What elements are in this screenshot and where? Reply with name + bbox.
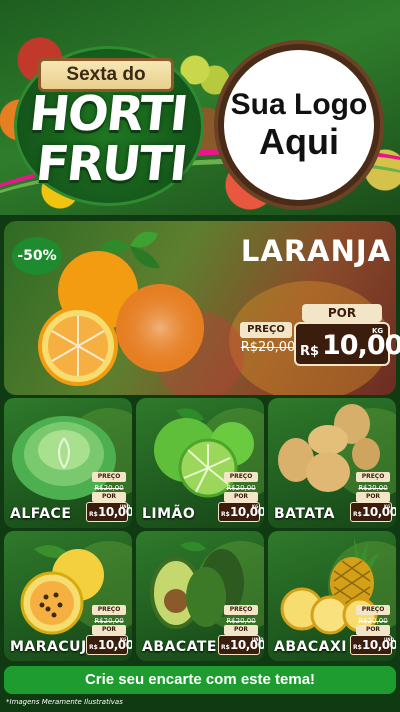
create-flyer-button[interactable]: Crie seu encarte com este tema!: [4, 666, 396, 694]
old-price: R$20,00: [94, 484, 124, 492]
por-label: POR: [224, 625, 258, 635]
price-unit: UNID: [252, 637, 264, 642]
logo-placeholder[interactable]: Sua Logo Aqui: [224, 50, 374, 200]
preco-label: PREÇO: [224, 472, 258, 482]
featured-price-box: R$ 10,00 KG: [294, 322, 400, 366]
old-price: R$20,00: [240, 340, 296, 355]
price-box: R$ 10,00 UNID: [218, 635, 264, 655]
preco-label: PREÇO: [224, 605, 258, 615]
por-label: POR: [302, 304, 382, 322]
product-name: ALFACE: [10, 506, 72, 522]
price-unit: UND: [384, 637, 394, 642]
product-name: LIMÃO: [142, 506, 196, 522]
title-fruti: FRUTI: [33, 136, 189, 192]
price-box: R$ 10,00 KG: [218, 502, 264, 522]
price-unit: KG: [120, 637, 127, 642]
por-label: POR: [92, 625, 126, 635]
por-label: POR: [356, 492, 390, 502]
currency-symbol: R$: [221, 644, 230, 651]
product-card-alface[interactable]: ALFACE PREÇO R$20,00 POR R$ 10,00 UND: [4, 398, 132, 528]
product-name: BATATA: [274, 506, 335, 522]
por-label: POR: [224, 492, 258, 502]
product-price: 10,00: [230, 505, 264, 519]
old-price: R$20,00: [226, 617, 256, 625]
product-card-batata[interactable]: BATATA PREÇO R$20,00 POR R$ 10,00 KG: [268, 398, 396, 528]
product-price: 10,00: [362, 505, 396, 519]
product-card-maracuja[interactable]: MARACUJÁ PREÇO R$20,00 POR R$ 10,00 KG: [4, 531, 132, 661]
preco-label: PREÇO: [240, 322, 292, 338]
currency-symbol: R$: [353, 644, 362, 651]
product-card-abacaxi[interactable]: ABACAXI PREÇO R$20,00 POR R$ 10,00 UND: [268, 531, 396, 661]
old-price: R$20,00: [94, 617, 124, 625]
currency-symbol: R$: [89, 511, 98, 518]
price-box: R$ 10,00 UND: [350, 635, 396, 655]
preco-label: PREÇO: [356, 605, 390, 615]
currency-symbol: R$: [300, 344, 320, 359]
price-unit: KG: [372, 327, 384, 335]
old-price: R$20,00: [226, 484, 256, 492]
product-card-abacate[interactable]: ABACATE PREÇO R$20,00 POR R$ 10,00 UNID: [136, 531, 264, 661]
currency-symbol: R$: [353, 511, 362, 518]
product-price: 10,00: [98, 638, 132, 652]
product-card-limao[interactable]: LIMÃO PREÇO R$20,00 POR R$ 10,00 KG: [136, 398, 264, 528]
price-box: R$ 10,00 KG: [86, 635, 132, 655]
por-label: POR: [92, 492, 126, 502]
product-name: ABACATE: [142, 639, 217, 655]
price-unit: UND: [120, 504, 130, 509]
logo-text-line1: Sua Logo: [230, 88, 368, 121]
title-horti: HORTI: [26, 86, 190, 142]
preco-label: PREÇO: [92, 605, 126, 615]
logo-text-line2: Aqui: [259, 121, 339, 162]
currency-symbol: R$: [89, 644, 98, 651]
price-box: R$ 10,00 UND: [86, 502, 132, 522]
price-unit: KG: [252, 504, 259, 509]
por-label: POR: [356, 625, 390, 635]
disclaimer-text: *Imagens Meramente Ilustrativas: [6, 698, 123, 706]
product-name: ABACAXI: [274, 639, 347, 655]
featured-price: 10,00: [322, 330, 400, 361]
price-unit: KG: [384, 504, 391, 509]
preco-label: PREÇO: [92, 472, 126, 482]
old-price: R$20,00: [358, 617, 388, 625]
currency-symbol: R$: [221, 511, 230, 518]
price-box: R$ 10,00 KG: [350, 502, 396, 522]
featured-product-name: LARANJA: [240, 234, 392, 268]
old-price: R$20,00: [358, 484, 388, 492]
discount-badge: -50%: [12, 237, 62, 275]
product-name: MARACUJÁ: [10, 639, 99, 655]
preco-label: PREÇO: [356, 472, 390, 482]
